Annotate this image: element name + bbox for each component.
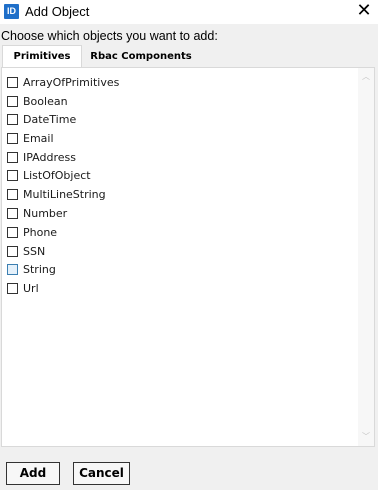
- list-item-arrayofprimitives[interactable]: ArrayOfPrimitives: [5, 74, 345, 92]
- window-title: Add Object: [25, 4, 90, 19]
- list-item-url[interactable]: Url: [5, 280, 345, 298]
- tab-bar: Primitives Rbac Components: [0, 45, 378, 69]
- checkbox[interactable]: [7, 152, 18, 163]
- checkbox[interactable]: [7, 208, 18, 219]
- checkbox[interactable]: [7, 246, 18, 257]
- checkbox[interactable]: [7, 189, 18, 200]
- list-item-boolean[interactable]: Boolean: [5, 93, 345, 111]
- list-item-listofobject[interactable]: ListOfObject: [5, 167, 345, 185]
- list-item-datetime[interactable]: DateTime: [5, 111, 345, 129]
- checkbox[interactable]: [7, 170, 18, 181]
- checkbox[interactable]: [7, 283, 18, 294]
- checkbox[interactable]: [7, 227, 18, 238]
- item-label: Url: [23, 282, 39, 295]
- item-label: MultiLineString: [23, 188, 106, 201]
- cancel-button[interactable]: Cancel: [73, 462, 130, 485]
- item-label: Number: [23, 207, 68, 220]
- list-item-email[interactable]: Email: [5, 130, 345, 148]
- close-button[interactable]: ✕: [350, 0, 378, 24]
- vertical-scrollbar[interactable]: ︿ ﹀: [358, 68, 374, 446]
- item-label: String: [23, 263, 56, 276]
- list-item-multilinestring[interactable]: MultiLineString: [5, 186, 345, 204]
- list-item-ipaddress[interactable]: IPAddress: [5, 149, 345, 167]
- item-label: Boolean: [23, 95, 68, 108]
- checkbox[interactable]: [7, 77, 18, 88]
- item-label: IPAddress: [23, 151, 76, 164]
- tab-rbac-components[interactable]: Rbac Components: [84, 46, 198, 68]
- object-list: ArrayOfPrimitives Boolean DateTime Email…: [2, 68, 357, 446]
- add-button[interactable]: Add: [6, 462, 60, 485]
- checkbox[interactable]: [7, 114, 18, 125]
- list-item-number[interactable]: Number: [5, 205, 345, 223]
- checkbox[interactable]: [7, 133, 18, 144]
- list-item-phone[interactable]: Phone: [5, 224, 345, 242]
- checkbox[interactable]: [7, 264, 18, 275]
- item-label: Email: [23, 132, 54, 145]
- tab-primitives[interactable]: Primitives: [2, 45, 82, 69]
- list-item-string[interactable]: String: [5, 261, 345, 279]
- title-bar: ID Add Object ✕: [0, 0, 378, 24]
- item-label: ListOfObject: [23, 169, 91, 182]
- checkbox[interactable]: [7, 96, 18, 107]
- scroll-up-icon[interactable]: ︿: [361, 72, 371, 82]
- object-list-panel: ArrayOfPrimitives Boolean DateTime Email…: [1, 67, 375, 447]
- item-label: DateTime: [23, 113, 77, 126]
- list-item-ssn[interactable]: SSN: [5, 243, 345, 261]
- scroll-down-icon[interactable]: ﹀: [361, 432, 371, 442]
- item-label: Phone: [23, 226, 58, 239]
- instruction-text: Choose which objects you want to add:: [1, 29, 218, 43]
- app-icon: ID: [4, 4, 19, 19]
- item-label: ArrayOfPrimitives: [23, 76, 120, 89]
- item-label: SSN: [23, 245, 46, 258]
